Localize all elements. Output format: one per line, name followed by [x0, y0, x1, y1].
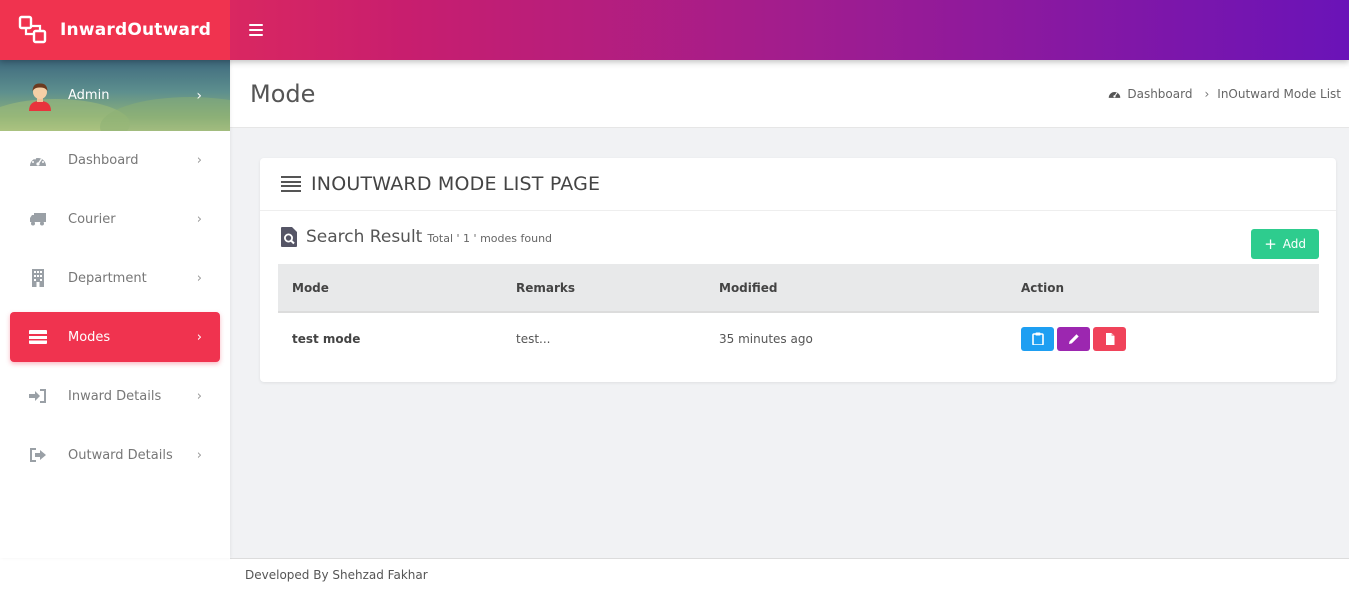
pencil-icon	[1068, 333, 1079, 344]
page-title: Mode	[250, 79, 316, 108]
add-button-label: Add	[1282, 237, 1306, 251]
mode-list-card: INOUTWARD MODE LIST PAGE Search Result T…	[260, 158, 1336, 382]
sidebar-item-label: Dashboard	[68, 152, 139, 168]
main-content: Mode Dashboard › InOutward Mode List INO…	[230, 60, 1349, 558]
user-panel[interactable]: Admin ›	[0, 60, 230, 131]
footer: Developed By Shehzad Fakhar	[230, 558, 1349, 591]
sidebar-item-inward-details[interactable]: Inward Details ›	[10, 371, 220, 421]
sidebar-item-outward-details[interactable]: Outward Details ›	[10, 430, 220, 480]
table-header-row: Mode Remarks Modified Action	[278, 264, 1319, 312]
breadcrumb: Dashboard › InOutward Mode List	[1108, 87, 1341, 101]
sidebar-item-dashboard[interactable]: Dashboard ›	[10, 135, 220, 185]
chevron-right-icon: ›	[196, 211, 202, 227]
sidebar-item-modes[interactable]: Modes ›	[10, 312, 220, 362]
dashboard-icon	[1109, 92, 1121, 98]
sign-out-icon	[29, 446, 47, 464]
file-delete-icon	[1105, 332, 1114, 345]
edit-button[interactable]	[1057, 326, 1090, 351]
footer-text: Developed By Shehzad Fakhar	[245, 568, 428, 582]
delete-button[interactable]	[1093, 326, 1126, 351]
chevron-right-icon: ›	[196, 388, 202, 404]
brand-name: InwardOutward	[60, 20, 212, 40]
user-name: Admin	[68, 88, 110, 103]
chevron-right-icon: ›	[196, 87, 202, 104]
chevron-right-icon: ›	[196, 447, 202, 463]
breadcrumb-link-dashboard[interactable]: Dashboard	[1127, 87, 1192, 101]
avatar	[29, 82, 51, 111]
truck-icon	[29, 210, 47, 228]
list-icon	[281, 176, 301, 192]
sidebar-item-courier[interactable]: Courier ›	[10, 194, 220, 244]
modes-icon	[29, 328, 47, 346]
modes-table: Mode Remarks Modified Action test mode t…	[278, 264, 1319, 364]
cell-mode: test mode	[292, 331, 361, 346]
sidebar-item-label: Courier	[68, 211, 116, 227]
logo-icon	[18, 15, 47, 44]
chevron-right-icon: ›	[1204, 86, 1210, 101]
table-row: test mode test... 35 minutes ago	[278, 312, 1319, 364]
row-actions	[1021, 326, 1319, 351]
breadcrumb-current: InOutward Mode List	[1217, 86, 1341, 101]
sidebar-nav: Dashboard › Courier › Department › Modes…	[0, 135, 230, 480]
sidebar-item-label: Department	[68, 270, 147, 286]
clipboard-icon	[1031, 332, 1044, 345]
card-header: INOUTWARD MODE LIST PAGE	[260, 158, 1336, 211]
sidebar-item-department[interactable]: Department ›	[10, 253, 220, 303]
plus-icon: +	[1264, 234, 1277, 253]
menu-toggle-button[interactable]	[248, 22, 264, 38]
search-result-count: Total ' 1 ' modes found	[427, 232, 553, 245]
chevron-right-icon: ›	[196, 152, 202, 168]
column-header-action: Action	[1021, 280, 1065, 295]
view-button[interactable]	[1021, 326, 1054, 351]
sidebar: Admin › Dashboard › Courier › Department…	[0, 60, 230, 558]
cell-remarks: test...	[516, 331, 551, 346]
column-header-modified: Modified	[719, 280, 778, 295]
file-search-icon	[281, 227, 297, 247]
column-header-remarks: Remarks	[516, 280, 576, 295]
column-header-mode: Mode	[292, 280, 329, 295]
building-icon	[29, 269, 47, 287]
page-header: Mode Dashboard › InOutward Mode List	[230, 60, 1349, 128]
cell-actions	[1007, 312, 1319, 364]
dashboard-icon	[29, 151, 47, 169]
card-title: INOUTWARD MODE LIST PAGE	[311, 173, 601, 195]
search-result-header: Search Result Total ' 1 ' modes found + …	[260, 211, 1336, 263]
sidebar-item-label: Inward Details	[68, 388, 162, 404]
chevron-right-icon: ›	[196, 270, 202, 286]
sidebar-item-label: Modes	[68, 329, 111, 345]
brand[interactable]: InwardOutward	[0, 0, 230, 60]
top-navbar: InwardOutward	[0, 0, 1349, 60]
chevron-right-icon: ›	[196, 329, 202, 345]
add-button[interactable]: + Add	[1251, 229, 1319, 259]
cell-modified: 35 minutes ago	[719, 331, 813, 346]
sidebar-item-label: Outward Details	[68, 447, 173, 463]
search-result-title: Search Result	[306, 227, 423, 247]
hamburger-icon	[249, 24, 263, 26]
sign-in-icon	[29, 387, 47, 405]
